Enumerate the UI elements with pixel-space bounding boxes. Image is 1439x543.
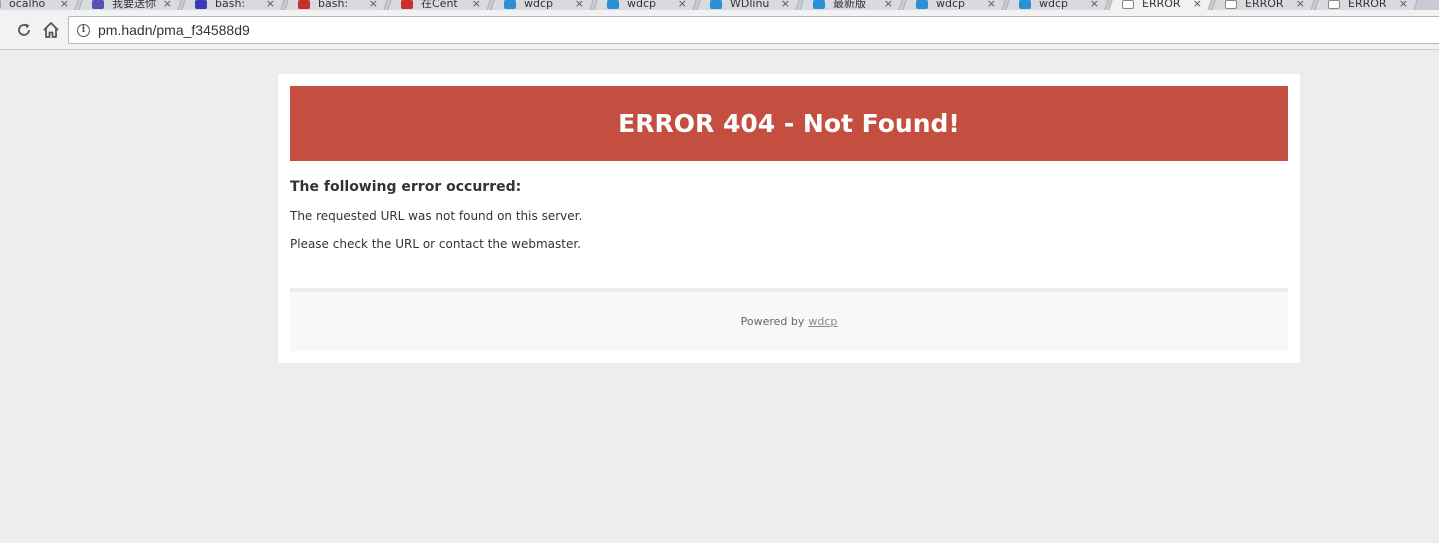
tab-favicon-icon [1225, 0, 1237, 9]
browser-tab[interactable]: 最新版 × [799, 0, 905, 10]
tab-title: 我要送你 [112, 0, 156, 9]
tab-favicon-icon [401, 0, 413, 9]
tab-title: ERROR [1142, 0, 1181, 9]
error-title: ERROR 404 - Not Found! [618, 109, 960, 138]
tab-title: wdcp [627, 0, 657, 9]
browser-tab[interactable]: ocalho × [0, 0, 81, 10]
tab-title: wdcp [1039, 0, 1069, 9]
tab-close-icon[interactable]: × [987, 0, 996, 10]
tab-close-icon[interactable]: × [781, 0, 790, 10]
browser-toolbar: i pm.hadn/pma_f34588d9 [0, 10, 1439, 50]
tab-favicon-icon [813, 0, 825, 9]
tab-title: wdcp [524, 0, 554, 9]
tab-title: 最新版 [833, 0, 866, 9]
tab-close-icon[interactable]: × [266, 0, 275, 10]
info-icon[interactable]: i [77, 23, 90, 37]
tab-favicon-icon [298, 0, 310, 9]
browser-tab[interactable]: 我要送你 × [78, 0, 184, 10]
home-button[interactable] [41, 20, 61, 40]
tab-favicon-icon [710, 0, 722, 9]
browser-tab[interactable]: ERROR × [1314, 0, 1420, 10]
tab-title: 在Cent [421, 0, 458, 9]
tab-close-icon[interactable]: × [472, 0, 481, 10]
tab-title: ERROR [1348, 0, 1387, 9]
browser-tab[interactable]: bash: × [181, 0, 287, 10]
error-card: ERROR 404 - Not Found! The following err… [278, 74, 1300, 363]
tab-title: ocalho [9, 0, 46, 9]
tab-title: WDlinu [730, 0, 770, 9]
tab-close-icon[interactable]: × [1399, 0, 1408, 10]
tab-favicon-icon [1019, 0, 1031, 9]
reload-button[interactable] [14, 20, 34, 40]
error-heading: The following error occurred: [290, 179, 522, 195]
error-message-contact: Please check the URL or contact the webm… [290, 237, 581, 251]
tab-title: bash: [318, 0, 349, 9]
error-message-url: The requested URL was not found on this … [290, 209, 583, 223]
tab-favicon-icon [607, 0, 619, 9]
browser-tab[interactable]: bash: × [284, 0, 390, 10]
tab-close-icon[interactable]: × [678, 0, 687, 10]
tab-close-icon[interactable]: × [1090, 0, 1099, 10]
browser-tab[interactable]: ERROR × [1211, 0, 1317, 10]
tab-close-icon[interactable]: × [575, 0, 584, 10]
browser-tab[interactable]: wdcp × [902, 0, 1008, 10]
error-banner: ERROR 404 - Not Found! [290, 86, 1288, 161]
reload-icon [18, 23, 30, 36]
tab-close-icon[interactable]: × [369, 0, 378, 10]
tab-favicon-icon [1122, 0, 1134, 9]
wdcp-link[interactable]: wdcp [808, 315, 837, 328]
address-bar[interactable]: i pm.hadn/pma_f34588d9 [68, 16, 1439, 44]
browser-tab[interactable]: wdcp × [490, 0, 596, 10]
tab-close-icon[interactable]: × [60, 0, 69, 10]
browser-tab[interactable]: 在Cent × [387, 0, 493, 10]
home-icon [43, 22, 59, 38]
tab-close-icon[interactable]: × [163, 0, 172, 10]
tab-favicon-icon [504, 0, 516, 9]
tab-favicon-icon [195, 0, 207, 9]
tab-close-icon[interactable]: × [1193, 0, 1202, 10]
tab-favicon-icon [92, 0, 104, 9]
address-url[interactable]: pm.hadn/pma_f34588d9 [98, 22, 250, 38]
powered-by-text: Powered by [740, 315, 805, 328]
tab-close-icon[interactable]: × [884, 0, 893, 10]
browser-tab[interactable]: WDlinu × [696, 0, 802, 10]
browser-tab[interactable]: wdcp × [1005, 0, 1111, 10]
tab-favicon-icon [916, 0, 928, 9]
tab-title: wdcp [936, 0, 966, 9]
browser-tab[interactable]: ERROR × [1108, 0, 1214, 10]
tab-favicon-icon [1328, 0, 1340, 9]
tab-title: bash: [215, 0, 246, 9]
tab-close-icon[interactable]: × [1296, 0, 1305, 10]
tab-favicon-icon [0, 0, 1, 9]
error-footer: Powered by wdcp [290, 288, 1288, 351]
tab-strip: ocalho × 我要送你 × bash: × bash: × 在Cent × wdcp × wdcp ×… [0, 0, 1439, 10]
browser-tab[interactable]: wdcp × [593, 0, 699, 10]
tab-title: ERROR [1245, 0, 1284, 9]
